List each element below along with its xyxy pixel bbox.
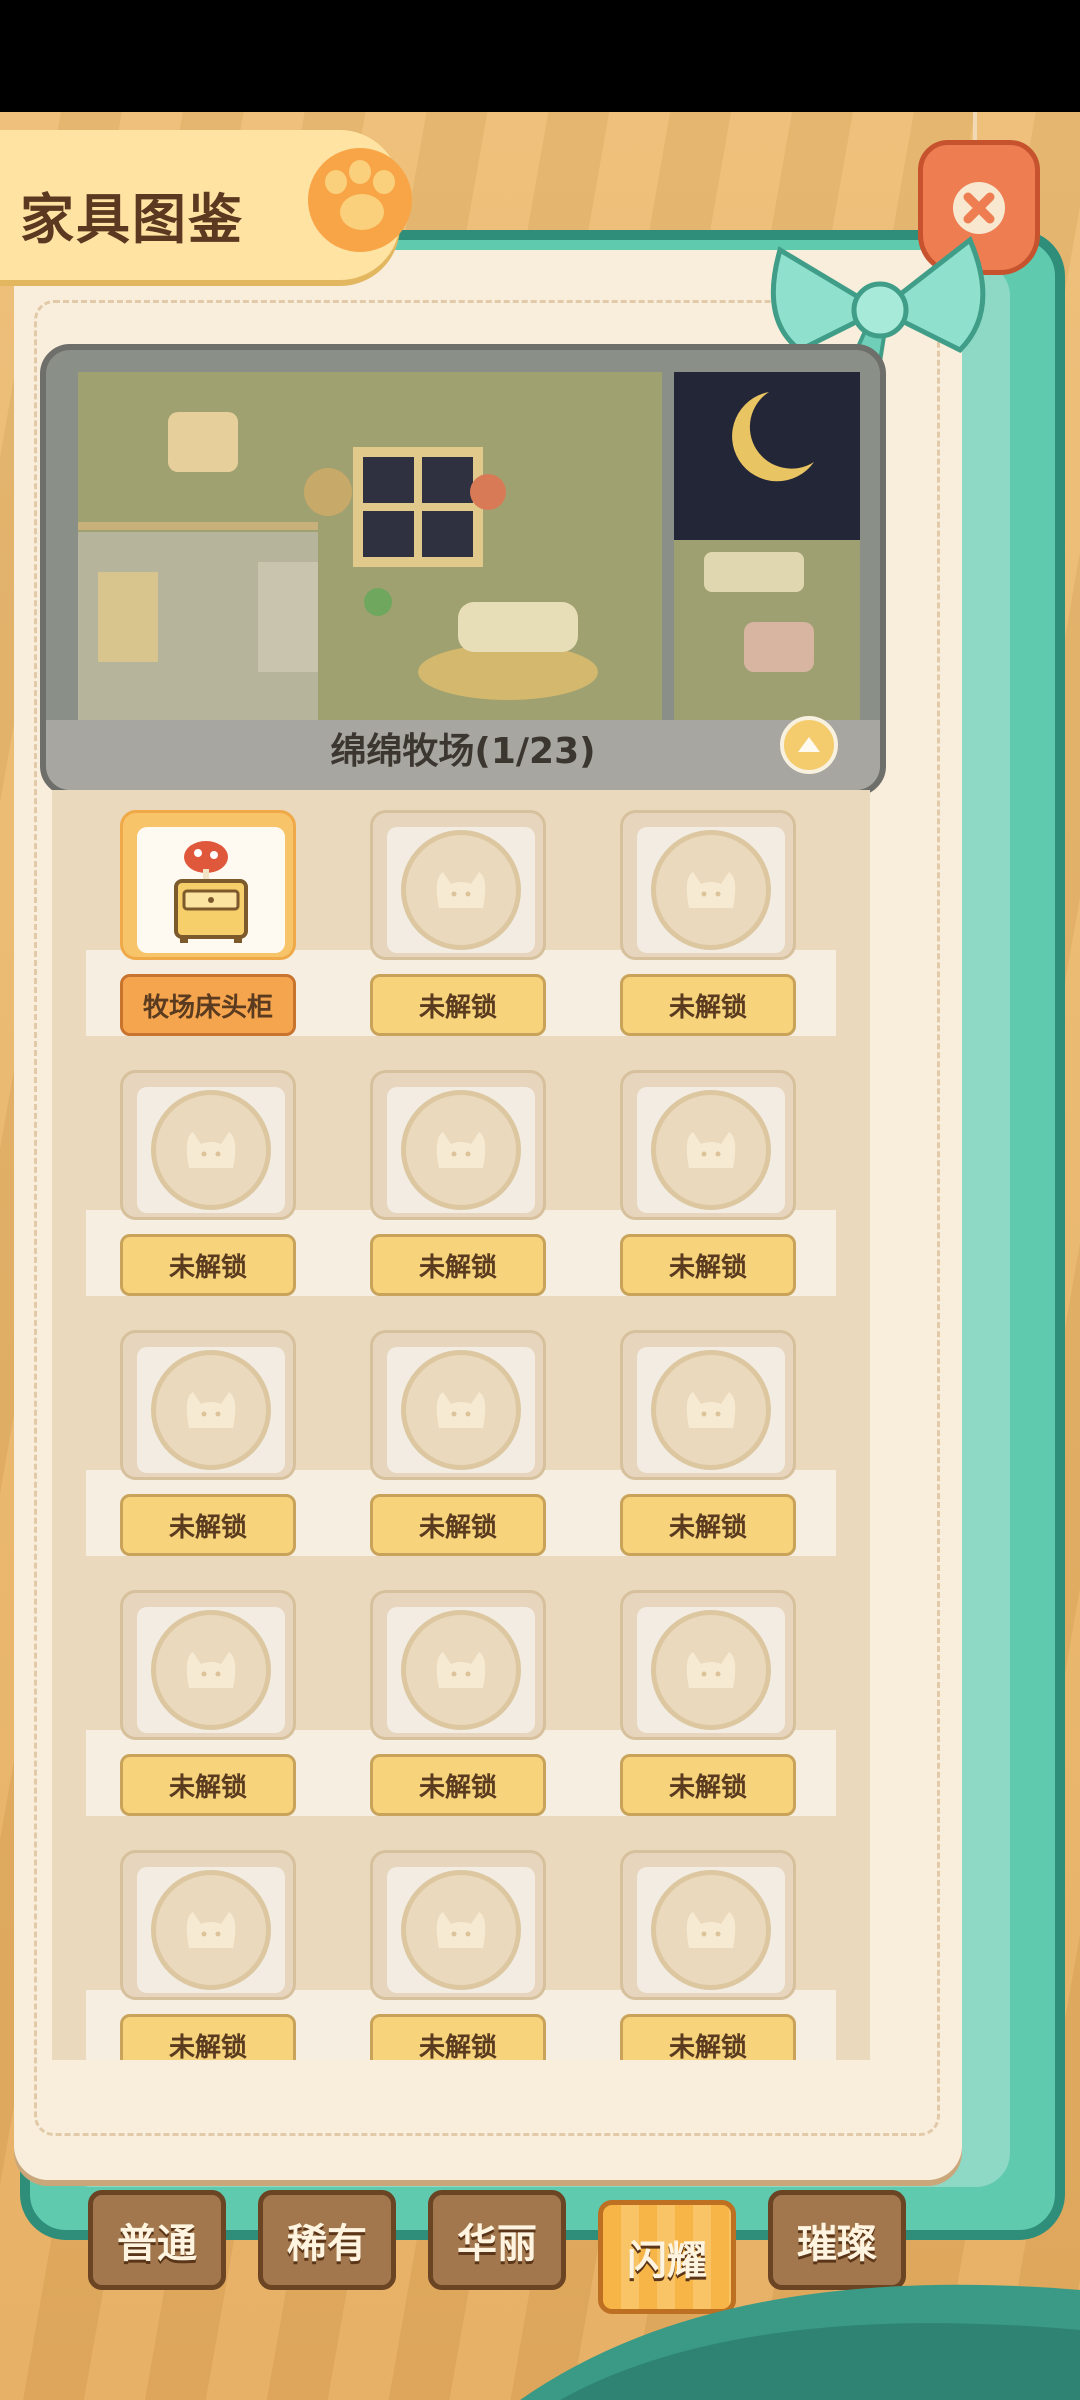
card-label: 未解锁	[620, 974, 796, 1036]
card-frame	[620, 810, 796, 960]
furniture-card-locked[interactable]: 未解锁	[620, 810, 796, 1036]
locked-cat-icon	[401, 1090, 521, 1210]
chevron-up-icon	[798, 737, 820, 752]
tab-1[interactable]: 稀有	[258, 2190, 396, 2290]
furniture-card-locked[interactable]: 未解锁	[370, 1070, 546, 1296]
furniture-card-locked[interactable]: 未解锁	[370, 810, 546, 1036]
card-image	[637, 1867, 785, 1993]
card-image	[137, 1607, 285, 1733]
card-label: 未解锁	[620, 1234, 796, 1296]
card-image	[387, 1347, 535, 1473]
furniture-card-locked[interactable]: 未解锁	[370, 1330, 546, 1556]
furniture-card-locked[interactable]: 未解锁	[370, 1590, 546, 1816]
locked-cat-icon	[151, 1870, 271, 1990]
card-label: 未解锁	[370, 1234, 546, 1296]
status-bar	[0, 0, 1080, 112]
room-scene-image	[78, 372, 662, 720]
locked-cat-icon	[401, 1350, 521, 1470]
furniture-card-locked[interactable]: 未解锁	[370, 1850, 546, 2060]
furniture-grid[interactable]: 牧场床头柜 未解锁 未解锁 未解锁 未解锁 未解锁 未解锁 未解锁 未解锁 未解锁 未解锁 未解锁 未解…	[52, 790, 870, 2060]
card-frame	[370, 1330, 546, 1480]
collapse-button[interactable]	[780, 716, 838, 774]
card-label: 未解锁	[370, 974, 546, 1036]
night-room-image	[674, 372, 860, 720]
tab-0[interactable]: 普通	[88, 2190, 226, 2290]
card-image	[387, 1087, 535, 1213]
locked-cat-icon	[401, 1610, 521, 1730]
locked-cat-icon	[151, 1610, 271, 1730]
card-label: 未解锁	[370, 2014, 546, 2060]
card-frame	[120, 1070, 296, 1220]
card-image	[637, 1347, 785, 1473]
card-label: 未解锁	[370, 1754, 546, 1816]
card-image	[387, 1607, 535, 1733]
card-label: 未解锁	[620, 2014, 796, 2060]
card-frame	[620, 1850, 796, 2000]
card-image	[387, 827, 535, 953]
furniture-card-locked[interactable]: 未解锁	[120, 1850, 296, 2060]
card-frame	[120, 1590, 296, 1740]
card-frame	[370, 1850, 546, 2000]
furniture-card-locked[interactable]: 未解锁	[620, 1590, 796, 1816]
card-label: 未解锁	[120, 1754, 296, 1816]
card-frame	[120, 1850, 296, 2000]
furniture-card-unlocked[interactable]: 牧场床头柜	[120, 810, 296, 1036]
card-label: 牧场床头柜	[120, 974, 296, 1036]
furniture-card-locked[interactable]: 未解锁	[620, 1070, 796, 1296]
card-image	[637, 1607, 785, 1733]
card-label: 未解锁	[370, 1494, 546, 1556]
card-label: 未解锁	[120, 1494, 296, 1556]
card-label: 未解锁	[120, 1234, 296, 1296]
locked-cat-icon	[401, 1870, 521, 1990]
furniture-card-locked[interactable]: 未解锁	[120, 1590, 296, 1816]
set-name-label: 绵绵牧场(1/23)	[330, 731, 596, 772]
card-label: 未解锁	[620, 1494, 796, 1556]
card-image	[137, 1867, 285, 1993]
carpet-decoration	[520, 2284, 1080, 2400]
nightstand-icon	[174, 841, 248, 943]
locked-cat-icon	[651, 1090, 771, 1210]
card-label: 未解锁	[120, 2014, 296, 2060]
card-image	[137, 827, 285, 953]
locked-cat-icon	[401, 830, 521, 950]
card-frame	[120, 1330, 296, 1480]
card-frame	[370, 1070, 546, 1220]
card-image	[137, 1087, 285, 1213]
card-image	[387, 1867, 535, 1993]
card-image	[137, 1347, 285, 1473]
locked-cat-icon	[151, 1090, 271, 1210]
card-frame	[370, 810, 546, 960]
card-frame	[120, 810, 296, 960]
set-preview-banner[interactable]: 绵绵牧场(1/23)	[40, 344, 886, 796]
card-image	[637, 1087, 785, 1213]
locked-cat-icon	[651, 830, 771, 950]
card-label: 未解锁	[620, 1754, 796, 1816]
furniture-card-locked[interactable]: 未解锁	[120, 1070, 296, 1296]
page-title: 家具图鉴	[20, 188, 244, 251]
card-frame	[620, 1590, 796, 1740]
furniture-card-locked[interactable]: 未解锁	[620, 1330, 796, 1556]
locked-cat-icon	[651, 1610, 771, 1730]
card-image	[637, 827, 785, 953]
card-frame	[370, 1590, 546, 1740]
card-frame	[620, 1330, 796, 1480]
furniture-card-locked[interactable]: 未解锁	[620, 1850, 796, 2060]
card-frame	[620, 1070, 796, 1220]
locked-cat-icon	[651, 1350, 771, 1470]
paw-icon	[308, 148, 412, 252]
locked-cat-icon	[151, 1350, 271, 1470]
furniture-card-locked[interactable]: 未解锁	[120, 1330, 296, 1556]
locked-cat-icon	[651, 1870, 771, 1990]
